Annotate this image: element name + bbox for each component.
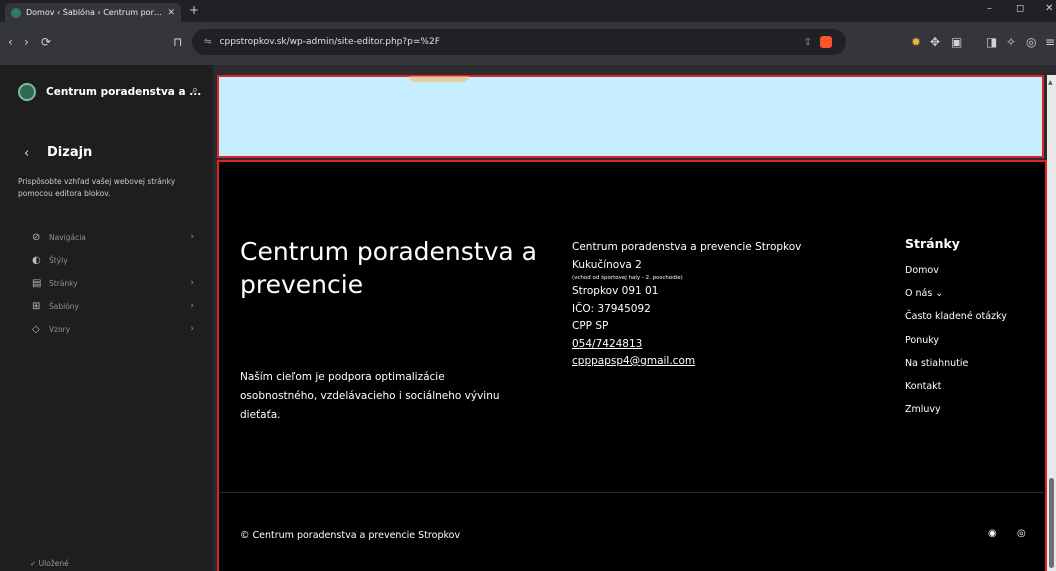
address-abbr: CPP SP xyxy=(572,320,609,332)
back-arrow-icon[interactable]: ‹ xyxy=(8,35,13,49)
footer-template-part[interactable]: Centrum poradenstva a prevencie Naším ci… xyxy=(217,160,1047,571)
extensions-icon[interactable]: ✥ xyxy=(930,35,940,49)
sidebar-item-label: Stránky xyxy=(49,278,78,288)
nav-link-home[interactable]: Domov xyxy=(905,265,1007,288)
page-icon: ▤ xyxy=(32,277,42,289)
nav-link-faq[interactable]: Často kladené otázky xyxy=(905,311,1007,334)
sidebar-item-pages[interactable]: ▤ Stránky › xyxy=(32,276,194,290)
save-status: ✓ Uložené xyxy=(30,559,69,568)
image-edge xyxy=(409,76,469,82)
instagram-icon[interactable]: ◎ xyxy=(1017,528,1026,539)
footer-address[interactable]: Centrum poradenstva a prevencie Stropkov… xyxy=(572,239,801,371)
tab-title: Domov ‹ Šablóna ‹ Centrum por… xyxy=(26,8,162,17)
symbol-icon: ◇ xyxy=(32,323,40,335)
forward-arrow-icon[interactable]: › xyxy=(24,35,29,49)
back-chevron-icon[interactable]: ‹ xyxy=(24,146,29,161)
nav-link-contact[interactable]: Kontakt xyxy=(905,381,1007,404)
address-bar[interactable]: ⇋ cppstropkov.sk/wp-admin/site-editor.ph… xyxy=(192,29,846,55)
bookmark-icon[interactable]: ⊓ xyxy=(173,35,182,49)
sidebar-item-label: Vzory xyxy=(49,324,71,334)
sidebar-heading: Dizajn xyxy=(47,145,93,160)
browser-toolbar: ‹ › ⟳ ⊓ ⇋ cppstropkov.sk/wp-admin/site-e… xyxy=(0,22,1056,65)
share-icon[interactable]: ⇪ xyxy=(804,37,812,48)
editor-sidebar: Centrum poradenstva a ... ⌕ ‹ Dizajn Pri… xyxy=(0,65,213,571)
site-favicon-icon xyxy=(11,7,21,18)
email-link[interactable]: cpppapsp4@gmail.com xyxy=(572,353,801,371)
scroll-up-icon[interactable]: ▲ xyxy=(1048,79,1053,86)
window-close-icon[interactable]: ✕ xyxy=(1045,3,1053,14)
scrollbar-thumb[interactable] xyxy=(1049,478,1054,568)
footer-site-title[interactable]: Centrum poradenstva a prevencie xyxy=(240,235,540,301)
address-city: Stropkov 091 01 xyxy=(572,285,659,297)
sidebar-item-patterns[interactable]: ◇ Vzory › xyxy=(32,322,194,336)
chevron-right-icon: › xyxy=(190,232,194,242)
browser-tab[interactable]: Domov ‹ Šablóna ‹ Centrum por… ✕ xyxy=(5,3,181,22)
nav-link-about[interactable]: O nás ⌄ xyxy=(905,288,1007,311)
copyright-text[interactable]: © Centrum poradenstva a prevencie Stropk… xyxy=(240,530,460,541)
site-logo-icon[interactable] xyxy=(18,83,36,101)
nav-link-downloads[interactable]: Na stiahnutie xyxy=(905,358,1007,381)
sidebar-item-label: Navigácia xyxy=(49,232,86,242)
url-text[interactable]: cppstropkov.sk/wp-admin/site-editor.php?… xyxy=(220,37,440,47)
search-icon[interactable]: ⌕ xyxy=(192,83,198,97)
brave-shield-icon[interactable] xyxy=(820,36,832,48)
reader-icon[interactable]: ▣ xyxy=(951,35,962,49)
maximize-icon[interactable]: ◻ xyxy=(1016,3,1024,14)
site-name[interactable]: Centrum poradenstva a ... xyxy=(46,86,201,98)
layout-icon: ⊞ xyxy=(32,300,41,312)
sidebar-item-styles[interactable]: ◐ Štýly xyxy=(32,253,194,267)
cover-block[interactable] xyxy=(217,75,1044,158)
footer-divider xyxy=(219,492,1045,493)
sidebar-item-label: Štýly xyxy=(49,255,68,265)
address-org: Centrum poradenstva a prevencie Stropkov xyxy=(572,241,802,253)
address-note: (vchod od športovej haly - 2. poschodie) xyxy=(572,275,683,281)
sidebar-description: Prispôsobte vzhľad vašej webovej stránky… xyxy=(18,177,176,198)
canvas-scrollbar[interactable]: ▲ xyxy=(1047,75,1056,571)
facebook-icon[interactable]: ◉ xyxy=(988,528,997,539)
address-ico: IČO: 37945092 xyxy=(572,302,651,315)
chevron-right-icon: › xyxy=(190,324,194,334)
wallet-icon[interactable]: ✧ xyxy=(1006,35,1016,49)
minimize-icon[interactable]: – xyxy=(987,3,992,14)
chevron-right-icon: › xyxy=(190,301,194,311)
sidebar-item-templates[interactable]: ⊞ Šablóny › xyxy=(32,299,194,313)
vpn-icon[interactable]: ◎ xyxy=(1026,35,1036,49)
browser-tab-bar: Domov ‹ Šablóna ‹ Centrum por… ✕ + – ◻ ✕ xyxy=(0,0,1056,22)
sidebar-item-label: Šablóny xyxy=(49,301,79,311)
menu-icon[interactable]: ≡ xyxy=(1045,35,1055,49)
close-tab-icon[interactable]: ✕ xyxy=(167,8,175,18)
site-info-icon[interactable]: ⇋ xyxy=(204,37,212,47)
site-hub[interactable]: Centrum poradenstva a ... xyxy=(18,81,208,103)
nav-link-offers[interactable]: Ponuky xyxy=(905,335,1007,358)
compass-icon: ⊘ xyxy=(32,231,41,243)
sidebar-item-navigation[interactable]: ⊘ Navigácia › xyxy=(32,230,194,244)
nav-link-contracts[interactable]: Zmluvy xyxy=(905,404,1007,427)
address-street: Kukučínova 2 xyxy=(572,258,642,271)
new-tab-button[interactable]: + xyxy=(189,3,199,17)
footer-pages-nav: Stránky Domov O nás ⌄ Často kladené otáz… xyxy=(905,236,1007,427)
footer-intro[interactable]: Naším cieľom je podpora optimalizácie os… xyxy=(240,368,510,425)
sidebar-toggle-icon[interactable]: ◨ xyxy=(986,35,997,49)
rewards-icon[interactable]: ✹ xyxy=(911,35,921,49)
reload-icon[interactable]: ⟳ xyxy=(41,35,51,49)
phone-link[interactable]: 054/7424813 xyxy=(572,336,801,354)
pages-heading: Stránky xyxy=(905,236,960,251)
half-circle-icon: ◐ xyxy=(32,254,41,266)
chevron-right-icon: › xyxy=(190,278,194,288)
